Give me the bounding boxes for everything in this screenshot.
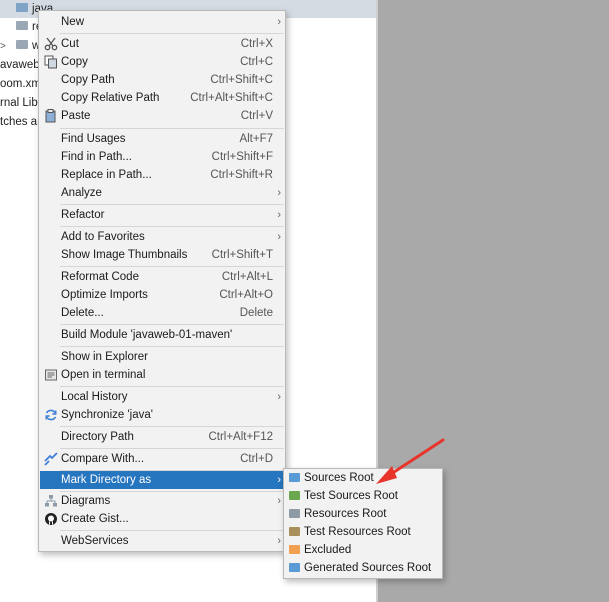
annotation-arrow-shaft [386, 438, 445, 478]
annotation-arrow-head [376, 466, 397, 484]
annotation-arrow-icon [376, 438, 445, 484]
